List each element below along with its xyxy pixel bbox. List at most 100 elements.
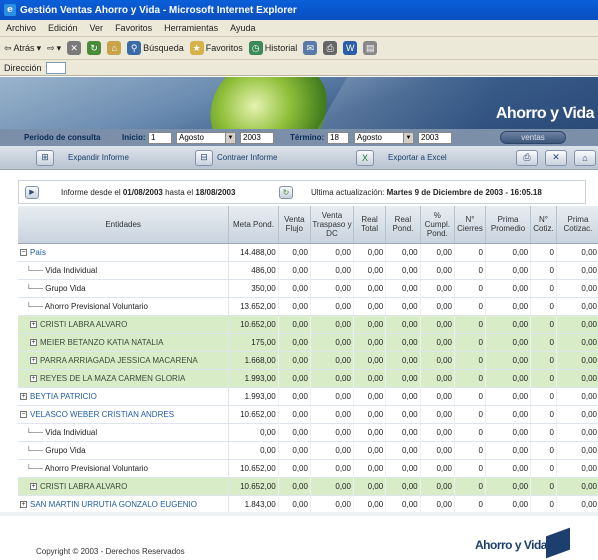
entity-cell: └── Ahorro Previsional Voluntario [18,297,230,316]
value-cell: 0,00 [385,405,421,424]
home-icon[interactable]: ⌂ [574,149,596,166]
menu-edicion[interactable]: Edición [42,23,84,33]
value-cell: 0,00 [420,387,456,406]
history-button[interactable]: ◷ Historial [248,41,297,55]
entity-cell[interactable]: + REYES DE LA MAZA CARMEN GLORIA [18,369,230,388]
value-cell: 0,00 [310,387,354,406]
start-year-input[interactable]: 2003 [240,131,274,144]
expand-icon[interactable]: + [30,356,37,364]
expand-icon[interactable]: + [30,320,37,328]
copyright: Copyright © 2003 - Derechos Reservados [36,547,185,556]
entity-cell[interactable]: + SAN MARTIN URRUTIA GONZALO EUGENIO [18,495,230,514]
value-cell: 0,00 [385,351,421,370]
back-button[interactable]: ⇦ Atrás ▾ [4,43,41,54]
value-cell: 0 [530,261,557,280]
collapse-icon[interactable]: − [20,248,27,256]
value-cell: 0 [530,369,557,388]
entity-cell[interactable]: − VELASCO WEBER CRISTIAN ANDRES [18,405,230,424]
expand-report-button[interactable]: ⊞ Expandir Informe [36,149,129,166]
back-arrow-icon: ⇦ [4,42,12,53]
entity-link[interactable]: SAN MARTIN URRUTIA GONZALO EUGENIO [30,500,197,509]
table-row: + SAN MARTIN URRUTIA GONZALO EUGENIO 1.843… [18,495,598,514]
entity-cell[interactable]: + PARRA ARRIAGADA JESSICA MACARENA [18,351,230,370]
value-cell: 0,00 [310,441,354,460]
menu-herramientas[interactable]: Herramientas [158,23,224,33]
tree-line: └── [26,427,46,437]
entity-cell[interactable]: + BEYTIA PATRICIO [18,387,230,406]
menu-archivo[interactable]: Archivo [0,23,42,33]
value-cell: 0,00 [278,459,311,478]
value-cell: 10.652,00 [228,459,279,478]
edit-icon[interactable]: W [343,41,358,55]
end-month-select[interactable]: Agosto ▼ [354,131,414,144]
mail-icon[interactable]: ✉ [303,41,318,55]
tree-line: └── [26,283,46,293]
refresh-icon[interactable]: ↻ [87,41,102,55]
brand-logo: Ahorro y Vida [495,105,595,122]
favorites-icon: ★ [189,41,204,55]
table-row: └── Vida Individual 486,00 0,00 0,00 0,00 0,0… [18,261,598,280]
value-cell: 0,00 [278,333,311,352]
close-icon[interactable]: ✕ [545,149,567,166]
value-cell: 0,00 [228,441,279,460]
expand-icon[interactable]: + [20,392,27,400]
entity-cell: └── Ahorro Previsional Voluntario [18,459,230,478]
expand-icon[interactable]: + [20,500,27,508]
ventas-button[interactable]: ventas [500,131,566,144]
entity-link[interactable]: BEYTIA PATRICIO [30,392,97,401]
ie-icon: e [4,4,16,16]
print-icon[interactable]: ⎙ [516,149,538,166]
seller-name: MEIER BETANZO KATIA NATALIA [40,337,164,347]
entity-link[interactable]: País [30,248,46,257]
tree-line: └── [26,445,46,455]
stop-icon[interactable]: ✕ [67,41,82,55]
end-year-input[interactable]: 2003 [418,131,452,144]
collapse-report-button[interactable]: ⊟ Contraer Informe [195,149,277,166]
value-cell: 0,00 [420,495,456,514]
value-cell: 0,00 [420,261,456,280]
export-excel-button[interactable]: X Exportar a Excel [356,149,447,166]
entity-link[interactable]: VELASCO WEBER CRISTIAN ANDRES [30,410,174,419]
expand-icon[interactable]: + [30,482,37,490]
entity-cell[interactable]: + CRISTI LABRA ALVARO [18,477,230,496]
value-cell: 0,00 [556,495,598,514]
value-cell: 0,00 [278,477,311,496]
value-cell: 0,00 [310,495,354,514]
refresh-icon[interactable]: ↻ [279,185,293,199]
search-button[interactable]: ⚲ Búsqueda [127,41,184,55]
discuss-icon[interactable]: ▤ [363,41,378,55]
value-cell: 0 [454,387,486,406]
address-input[interactable] [45,61,66,74]
favorites-button[interactable]: ★ Favoritos [189,41,243,55]
forward-arrow-icon: ⇨ [47,42,55,53]
menu-favoritos[interactable]: Favoritos [109,23,158,33]
menu-ayuda[interactable]: Ayuda [224,23,261,33]
tree-line: └── [26,265,46,275]
value-cell: 0,00 [278,297,311,316]
entity-cell[interactable]: + CRISTI LABRA ALVARO [18,315,230,334]
value-cell: 0 [454,279,486,298]
value-cell: 0 [530,459,557,478]
value-cell: 0 [454,477,486,496]
end-day-input[interactable]: 18 [327,131,349,144]
column-header: % Cumpl. Pond. [420,206,456,244]
print-icon[interactable]: ⎙ [323,41,338,55]
menu-ver[interactable]: Ver [84,23,110,33]
forward-button[interactable]: ⇨ ▾ [47,43,61,54]
home-icon[interactable]: ⌂ [107,41,122,55]
expand-icon[interactable]: + [30,338,37,346]
value-cell: 486,00 [228,261,279,280]
entity-cell[interactable]: + MEIER BETANZO KATIA NATALIA [18,333,230,352]
value-cell: 0,00 [385,297,421,316]
table-row: + BEYTIA PATRICIO 1.993,00 0,00 0,00 0,00 0,00… [18,387,598,406]
value-cell: 0,00 [485,405,532,424]
entity-cell[interactable]: − País [18,243,230,262]
start-month-select[interactable]: Agosto ▼ [176,131,236,144]
table-row: └── Grupo Vida 350,00 0,00 0,00 0,00 0,00 0,00… [18,279,598,298]
seller-name: CRISTI LABRA ALVARO [40,319,128,329]
expand-icon[interactable]: + [30,374,37,382]
value-cell: 0,00 [353,477,387,496]
start-day-input[interactable]: 1 [148,131,172,144]
collapse-icon[interactable]: − [20,410,27,418]
value-cell: 0,00 [556,387,598,406]
